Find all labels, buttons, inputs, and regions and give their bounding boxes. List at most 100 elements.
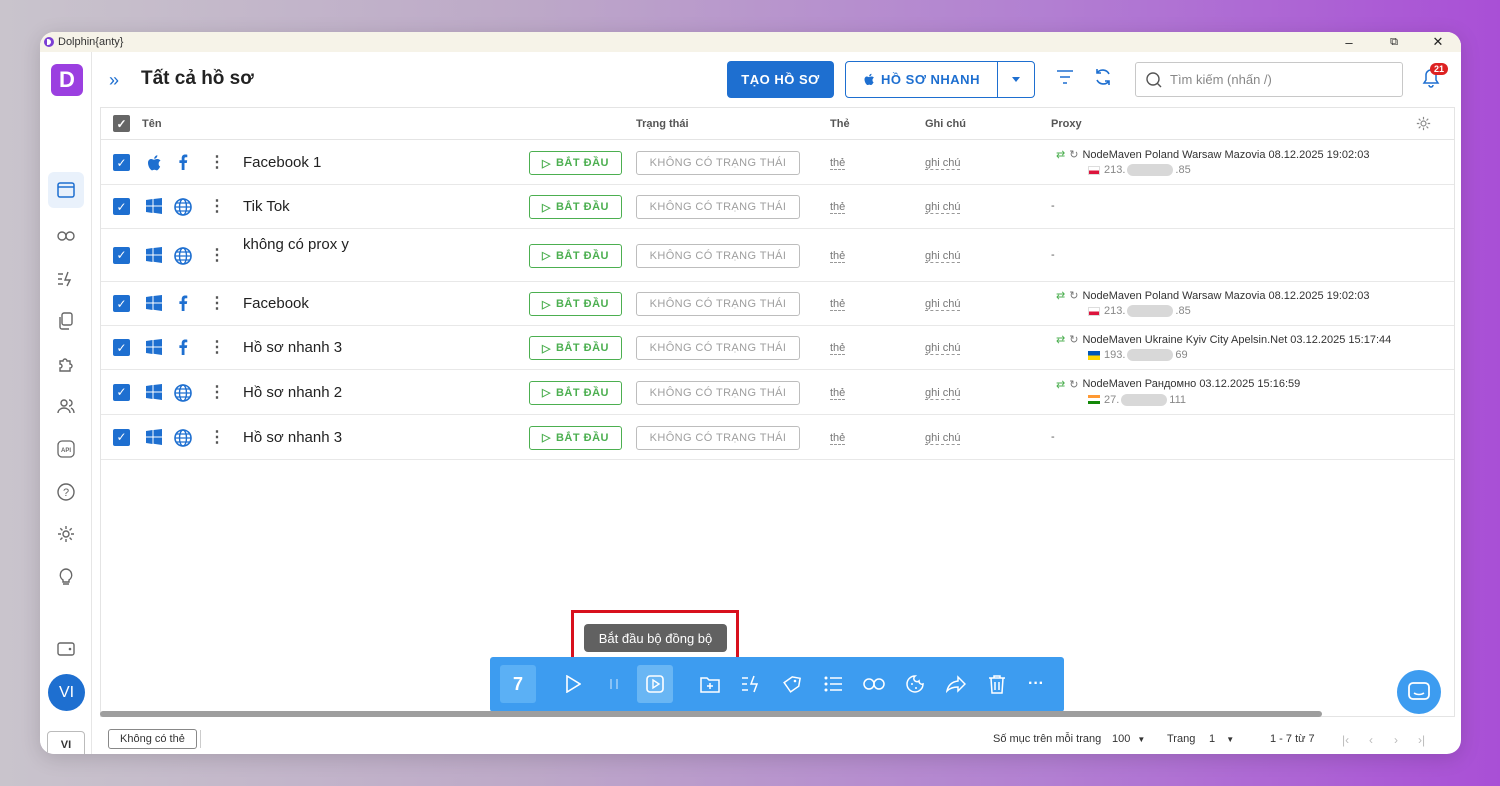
- profile-name[interactable]: Tik Tok: [243, 196, 353, 218]
- tag-field[interactable]: thẻ: [830, 201, 846, 214]
- profile-name[interactable]: Hồ sơ nhanh 3: [243, 427, 353, 449]
- start-profile-button[interactable]: ▷ BẮT ĐẦU: [529, 243, 622, 268]
- profile-name[interactable]: Facebook: [243, 293, 353, 315]
- column-proxy[interactable]: Proxy: [1051, 118, 1082, 130]
- note-field[interactable]: ghi chú: [925, 298, 961, 311]
- browser-profiles-icon[interactable]: [48, 172, 84, 208]
- users-icon[interactable]: [54, 394, 78, 418]
- restore-button[interactable]: ⧉: [1372, 32, 1416, 52]
- row-menu-icon[interactable]: ⋮: [209, 337, 225, 357]
- lightbulb-icon[interactable]: [54, 565, 78, 589]
- search-input[interactable]: Tìm kiếm (nhấn /): [1135, 62, 1403, 97]
- status-button[interactable]: KHÔNG CÓ TRẠNG THÁI: [636, 151, 800, 175]
- start-profile-button[interactable]: ▷ BẮT ĐẦU: [529, 336, 622, 360]
- expand-sidebar-icon[interactable]: »: [109, 70, 119, 91]
- note-field[interactable]: ghi chú: [925, 387, 961, 400]
- start-profile-button[interactable]: ▷ BẮT ĐẦU: [529, 425, 622, 450]
- row-checkbox[interactable]: ✓: [113, 154, 130, 171]
- tag-field[interactable]: thẻ: [830, 298, 846, 311]
- row-menu-icon[interactable]: ⋮: [209, 152, 225, 172]
- tag-field[interactable]: thẻ: [830, 342, 846, 355]
- tag-icon[interactable]: [774, 665, 810, 703]
- language-button[interactable]: VI: [47, 731, 85, 754]
- cookie-icon[interactable]: [897, 665, 933, 703]
- note-field[interactable]: ghi chú: [925, 342, 961, 355]
- profile-name[interactable]: Hồ sơ nhanh 3: [243, 337, 353, 359]
- help-icon[interactable]: ?: [54, 480, 78, 504]
- pause-icon[interactable]: [596, 665, 632, 703]
- row-checkbox[interactable]: ✓: [113, 339, 130, 356]
- close-button[interactable]: ✕: [1416, 32, 1460, 52]
- status-button[interactable]: KHÔNG CÓ TRẠNG THÁI: [636, 243, 800, 268]
- table-row[interactable]: ✓ ⋮ Facebook ▷ BẮT ĐẦU KHÔNG CÓ TRẠNG THÁ…: [101, 282, 1454, 326]
- table-row[interactable]: ✓ ⋮ Hồ sơ nhanh 3 ▷ BẮT ĐẦU KHÔNG CÓ TRẠN…: [101, 326, 1454, 370]
- start-profile-button[interactable]: ▷ BẮT ĐẦU: [529, 292, 622, 316]
- tag-field[interactable]: thẻ: [830, 387, 846, 400]
- extensions-icon[interactable]: [54, 352, 78, 376]
- no-tag-button[interactable]: Không có thẻ: [108, 729, 197, 749]
- start-profile-button[interactable]: ▷ BẮT ĐẦU: [529, 195, 622, 219]
- column-note[interactable]: Ghi chú: [925, 118, 966, 130]
- delete-icon[interactable]: [979, 665, 1015, 703]
- swap-icon[interactable]: ⇄: [1056, 289, 1065, 302]
- proxy-cell[interactable]: ⇄ ↻ NodeMaven Ukraine Kyiv City Apelsin.Ne…: [1056, 333, 1391, 361]
- start-profile-button[interactable]: ▷ BẮT ĐẦU: [529, 151, 622, 175]
- wallet-icon[interactable]: [54, 637, 78, 661]
- swap-icon[interactable]: ⇄: [1056, 148, 1065, 161]
- prev-page-icon[interactable]: ‹: [1369, 733, 1373, 747]
- start-icon[interactable]: [555, 665, 591, 703]
- table-row[interactable]: ✓ ⋮ không có prox y ▷ BẮT ĐẦU KHÔNG CÓ TR…: [101, 229, 1454, 282]
- horizontal-scrollbar[interactable]: [100, 711, 1322, 717]
- note-field[interactable]: ghi chú: [925, 201, 961, 214]
- profile-name[interactable]: Hồ sơ nhanh 2: [243, 382, 353, 404]
- table-row[interactable]: ✓ ⋮ Tik Tok ▷ BẮT ĐẦU KHÔNG CÓ TRẠNG THÁI…: [101, 185, 1454, 229]
- profile-name[interactable]: không có prox y: [243, 234, 353, 256]
- minimize-button[interactable]: –: [1327, 32, 1371, 52]
- select-all-checkbox[interactable]: ✓: [113, 115, 130, 132]
- api-icon[interactable]: API: [54, 437, 78, 461]
- proxy-link-icon[interactable]: [856, 665, 892, 703]
- automation-icon[interactable]: [733, 665, 769, 703]
- more-icon[interactable]: ···: [1018, 665, 1054, 703]
- status-button[interactable]: KHÔNG CÓ TRẠNG THÁI: [636, 425, 800, 450]
- per-page-select[interactable]: 100 ▼: [1112, 733, 1145, 745]
- tag-field[interactable]: thẻ: [830, 250, 846, 263]
- proxy-cell[interactable]: ⇄ ↻ NodeMaven Poland Warsaw Mazovia 08.12.…: [1056, 289, 1369, 317]
- status-button[interactable]: KHÔNG CÓ TRẠNG THÁI: [636, 380, 800, 405]
- column-status[interactable]: Trạng thái: [636, 118, 689, 130]
- status-button[interactable]: KHÔNG CÓ TRẠNG THÁI: [636, 292, 800, 316]
- link-icon[interactable]: [54, 224, 78, 248]
- first-page-icon[interactable]: |‹: [1342, 733, 1349, 747]
- note-field[interactable]: ghi chú: [925, 157, 961, 170]
- settings-icon[interactable]: [54, 522, 78, 546]
- table-row[interactable]: ✓ ⋮ Facebook 1 ▷ BẮT ĐẦU KHÔNG CÓ TRẠNG T…: [101, 141, 1454, 185]
- refresh-proxy-icon[interactable]: ↻: [1069, 289, 1078, 302]
- row-checkbox[interactable]: ✓: [113, 383, 130, 401]
- start-profile-button[interactable]: ▷ BẮT ĐẦU: [529, 380, 622, 405]
- proxy-cell[interactable]: ⇄ ↻ NodeMaven Рандомно 03.12.2025 15:16:59…: [1056, 378, 1300, 406]
- status-button[interactable]: KHÔNG CÓ TRẠNG THÁI: [636, 336, 800, 360]
- swap-icon[interactable]: ⇄: [1056, 378, 1065, 391]
- user-avatar[interactable]: VI: [48, 674, 85, 711]
- refresh-proxy-icon[interactable]: ↻: [1069, 378, 1078, 391]
- new-folder-icon[interactable]: [692, 665, 728, 703]
- row-menu-icon[interactable]: ⋮: [209, 382, 225, 402]
- next-page-icon[interactable]: ›: [1394, 733, 1398, 747]
- list-icon[interactable]: [815, 665, 851, 703]
- table-row[interactable]: ✓ ⋮ Hồ sơ nhanh 2 ▷ BẮT ĐẦU KHÔNG CÓ TRẠN…: [101, 370, 1454, 415]
- quick-profile-dropdown-icon[interactable]: [998, 77, 1034, 82]
- last-page-icon[interactable]: ›|: [1418, 733, 1425, 747]
- proxy-cell[interactable]: ⇄ ↻ NodeMaven Poland Warsaw Mazovia 08.12.…: [1056, 148, 1369, 176]
- automation-icon[interactable]: [54, 267, 78, 291]
- quick-profile-button[interactable]: HỒ SƠ NHANH: [845, 61, 1035, 98]
- tag-field[interactable]: thẻ: [830, 157, 846, 170]
- tag-field[interactable]: thẻ: [830, 432, 846, 445]
- filter-icon[interactable]: [1056, 70, 1074, 89]
- table-row[interactable]: ✓ ⋮ Hồ sơ nhanh 3 ▷ BẮT ĐẦU KHÔNG CÓ TRẠN…: [101, 415, 1454, 460]
- sync-start-icon[interactable]: [637, 665, 673, 703]
- quick-profile-label[interactable]: HỒ SƠ NHANH: [846, 62, 998, 97]
- share-icon[interactable]: [938, 665, 974, 703]
- column-settings-icon[interactable]: [1416, 116, 1431, 134]
- page-select[interactable]: 1 ▼: [1209, 733, 1234, 745]
- row-menu-icon[interactable]: ⋮: [209, 196, 225, 216]
